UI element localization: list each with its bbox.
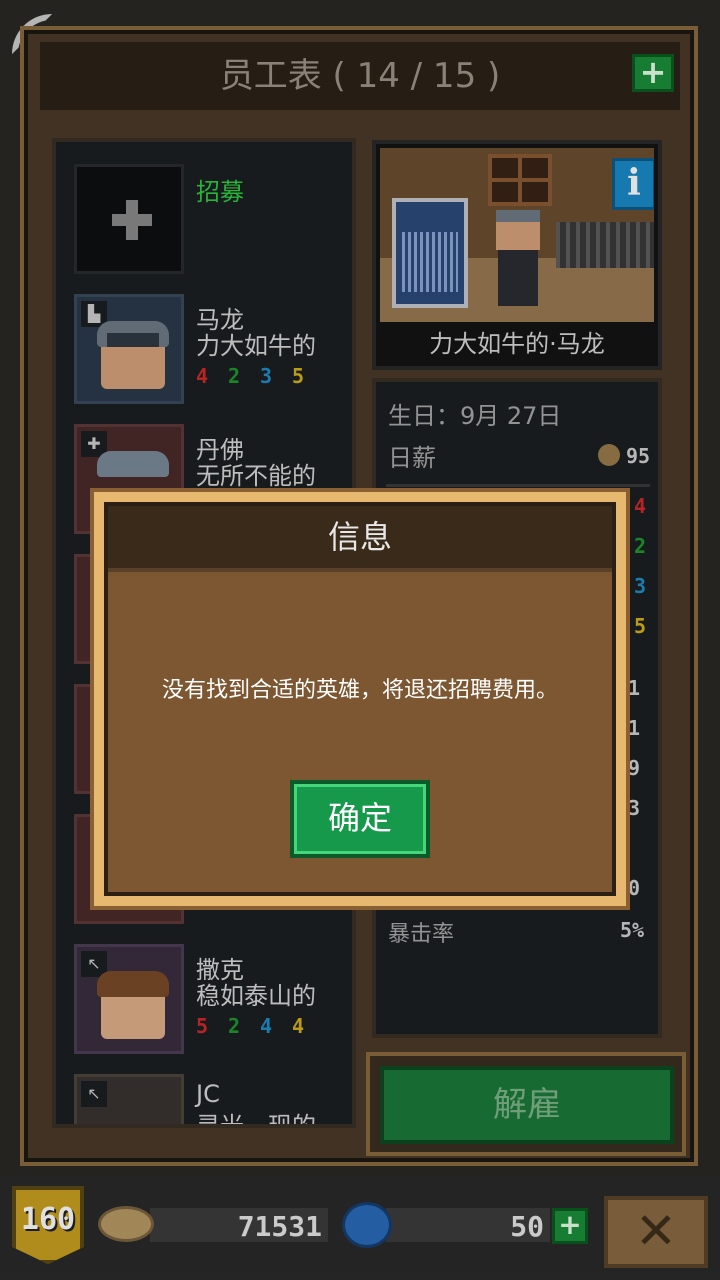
info-dialog: 信息 没有找到合适的英雄，将退还招聘费用。 确定 xyxy=(90,488,630,910)
dialog-message: 没有找到合适的英雄，将退还招聘费用。 xyxy=(161,678,558,703)
dialog-body: 没有找到合适的英雄，将退还招聘费用。 确定 xyxy=(108,576,612,892)
dialog-panel: 信息 没有找到合适的英雄，将退还招聘费用。 确定 xyxy=(104,502,616,896)
confirm-button[interactable]: 确定 xyxy=(290,780,430,858)
dialog-title: 信息 xyxy=(108,506,612,572)
staff-screen: 员工表 ( 14 / 15 ) + 招募 ▙ 马龙 力大如牛的 4235 ✚ 丹… xyxy=(0,0,720,1280)
